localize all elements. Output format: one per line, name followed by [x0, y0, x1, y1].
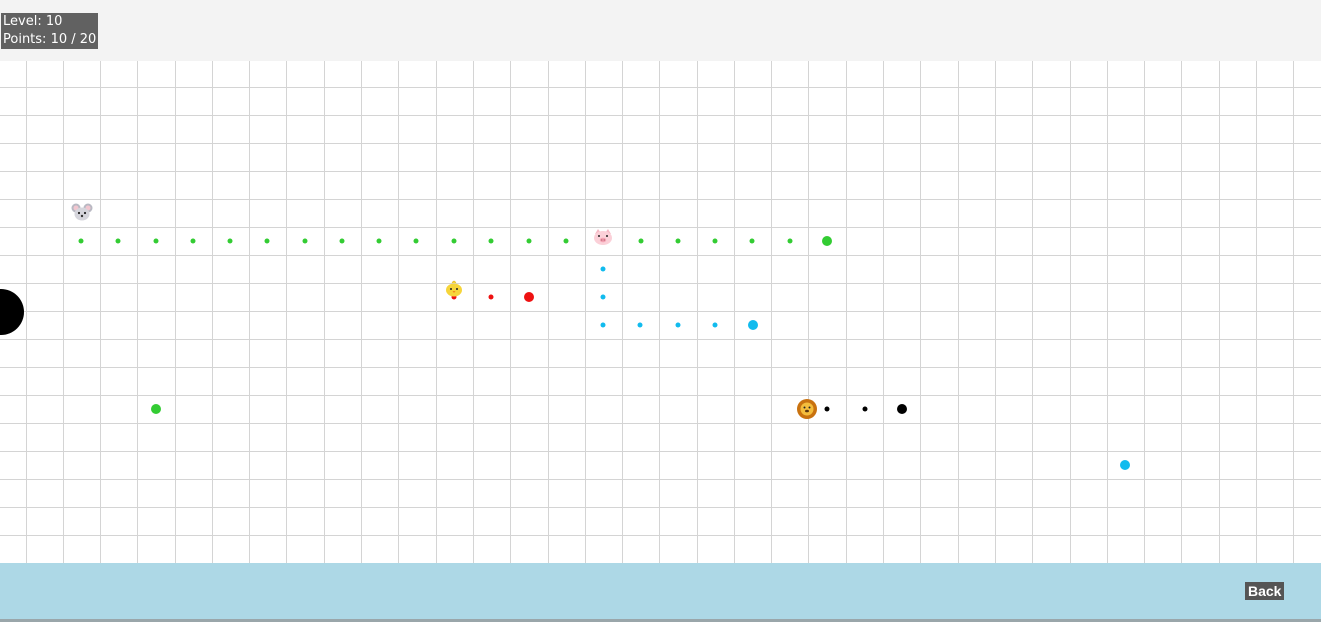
- top-bar: [0, 0, 1321, 61]
- trail-dot: [153, 238, 159, 244]
- trail-dot: [190, 238, 196, 244]
- trail-dot: [413, 238, 419, 244]
- trail-dot: [302, 238, 308, 244]
- points-label: Points: 10 / 20: [3, 32, 97, 47]
- bottom-bar: [0, 563, 1321, 622]
- trail-dot: [600, 294, 606, 300]
- game-board-svg[interactable]: [0, 61, 1321, 563]
- trail-dot: [563, 238, 569, 244]
- trail-dot: [787, 238, 793, 244]
- trail-dot: [488, 238, 494, 244]
- trail-dot: [339, 238, 345, 244]
- trail-dot: [526, 238, 532, 244]
- hud-panel: Level: 10 Points: 10 / 20: [1, 13, 99, 49]
- back-button[interactable]: Back: [1245, 582, 1285, 600]
- trail-dot: [712, 322, 718, 328]
- level-label: Level: 10: [3, 14, 63, 29]
- trail-dot: [675, 322, 681, 328]
- trail-dot: [600, 266, 606, 272]
- trail-dot: [638, 238, 644, 244]
- target-dot: [822, 236, 832, 246]
- trail-dot: [675, 238, 681, 244]
- pig-face-icon[interactable]: [594, 229, 612, 245]
- black-hole-icon[interactable]: [0, 289, 24, 335]
- trail-dot: [600, 322, 606, 328]
- mouse-face-icon[interactable]: [71, 203, 93, 221]
- trail-dot: [488, 294, 494, 300]
- lion-face-icon[interactable]: [797, 399, 817, 419]
- trail-dot: [862, 406, 868, 412]
- target-dot: [524, 292, 534, 302]
- trail-dot: [749, 238, 755, 244]
- target-dot: [748, 320, 758, 330]
- trail-dot: [712, 238, 718, 244]
- trail-dot: [115, 238, 121, 244]
- target-dot: [897, 404, 907, 414]
- trail-dot: [451, 238, 457, 244]
- target-dot: [1120, 460, 1130, 470]
- trail-dot: [227, 238, 233, 244]
- trail-dot: [824, 406, 830, 412]
- trail-dot: [637, 322, 643, 328]
- trail-dot: [78, 238, 84, 244]
- game-board[interactable]: [0, 61, 1321, 563]
- trail-dot: [264, 238, 270, 244]
- target-dot: [151, 404, 161, 414]
- trail-dot: [376, 238, 382, 244]
